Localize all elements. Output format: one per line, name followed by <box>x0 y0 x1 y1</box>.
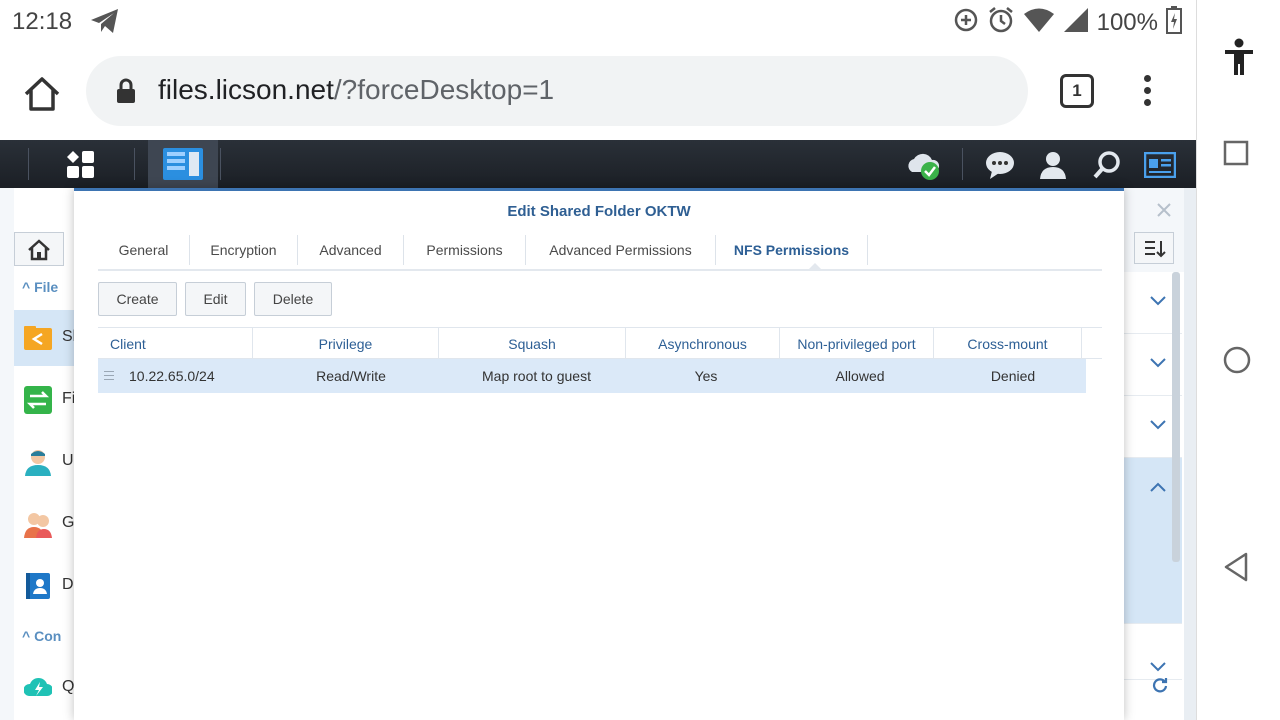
file-services-icon <box>24 386 52 414</box>
section-file-sharing[interactable]: ^ File <box>22 279 58 295</box>
url-host: files.licson.net <box>158 74 334 105</box>
cell-nonprivileged-port: Allowed <box>835 368 885 384</box>
sidebar-item-label: Q <box>62 678 75 695</box>
url-path: /?forceDesktop=1 <box>333 74 555 105</box>
tab-advanced-permissions[interactable]: Advanced Permissions <box>526 235 716 265</box>
column-header-squash[interactable]: Squash <box>439 328 626 360</box>
wifi-icon <box>1023 7 1055 38</box>
chevron-down-icon <box>1150 358 1166 368</box>
lock-icon <box>116 78 136 109</box>
column-header-client[interactable]: Client <box>98 328 253 360</box>
back-icon[interactable] <box>1223 552 1249 587</box>
chevron-down-icon <box>1150 420 1166 430</box>
url-text[interactable]: files.licson.net/?forceDesktop=1 <box>158 74 554 106</box>
battery-percent: 100% <box>1096 8 1158 36</box>
signal-icon <box>1063 7 1089 38</box>
sidebar-item-quickconnect[interactable]: Q <box>14 660 74 716</box>
delete-button[interactable]: Delete <box>254 282 332 316</box>
android-status-bar: 12:18 100% <box>0 0 1196 44</box>
control-panel-icon <box>163 148 203 185</box>
tab-switcher-button[interactable]: 1 <box>1060 74 1094 108</box>
sidebar-item-group[interactable]: G <box>14 496 74 552</box>
table-header: Client Privilege Squash Asynchronous Non… <box>98 327 1102 360</box>
tab-permissions[interactable]: Permissions <box>404 235 526 265</box>
edit-button[interactable]: Edit <box>185 282 246 316</box>
column-header-asynchronous[interactable]: Asynchronous <box>626 328 780 360</box>
browser-menu-icon[interactable] <box>1140 72 1154 112</box>
tab-general[interactable]: General <box>98 235 190 265</box>
cell-squash: Map root to guest <box>482 368 591 384</box>
cell-cross-mount: Denied <box>990 368 1036 384</box>
status-time: 12:18 <box>12 8 73 35</box>
dsm-taskbar <box>0 140 1196 188</box>
user-icon <box>24 448 52 476</box>
sort-icon <box>1145 241 1166 258</box>
table-row[interactable]: 10.22.65.0/24 Read/Write Map root to gue… <box>98 359 1086 393</box>
sidebar-item-label: G <box>62 514 75 531</box>
shared-folder-icon <box>24 324 52 352</box>
sidebar-item-label: D <box>62 576 74 593</box>
home-icon[interactable] <box>22 74 62 114</box>
close-window-icon[interactable] <box>1156 202 1172 223</box>
cell-asynchronous: Yes <box>694 368 718 384</box>
create-button[interactable]: Create <box>98 282 177 316</box>
control-panel-taskbar-button[interactable] <box>148 140 218 188</box>
sidebar-item-file-services[interactable]: Fi <box>14 372 75 428</box>
sidebar-item-domain[interactable]: D <box>14 558 74 614</box>
column-header-cross-mount[interactable]: Cross-mount <box>934 328 1082 360</box>
column-header-nonprivileged-port[interactable]: Non-privileged port <box>780 328 934 360</box>
dialog-tabs: General Encryption Advanced Permissions … <box>98 231 1102 271</box>
column-header-privilege[interactable]: Privilege <box>253 328 439 360</box>
control-panel-home-button[interactable] <box>14 232 64 266</box>
data-saver-icon <box>953 7 979 38</box>
cell-client: 10.22.65.0/24 <box>129 368 215 384</box>
active-tab-indicator <box>808 263 822 270</box>
control-panel-sidebar: ^ File Sl Fi U G D ^ Con Q <box>14 188 76 720</box>
cell-privilege: Read/Write <box>316 368 386 384</box>
dialog-title: Edit Shared Folder OKTW <box>507 203 691 220</box>
telegram-icon <box>90 8 120 39</box>
address-bar[interactable]: files.licson.net/?forceDesktop=1 <box>86 56 1028 126</box>
sidebar-item-user[interactable]: U <box>14 434 74 490</box>
browser-toolbar: files.licson.net/?forceDesktop=1 1 <box>0 44 1196 140</box>
home-icon <box>28 239 50 261</box>
tab-encryption[interactable]: Encryption <box>190 235 298 265</box>
accessibility-icon[interactable] <box>1223 38 1255 81</box>
sidebar-item-label: U <box>62 452 74 469</box>
refresh-icon <box>1152 678 1168 693</box>
tab-advanced[interactable]: Advanced <box>298 235 404 265</box>
chevron-down-icon <box>1150 296 1166 306</box>
domain-icon <box>24 572 52 600</box>
quickconnect-icon <box>23 674 53 702</box>
section-connectivity[interactable]: ^ Con <box>22 628 61 644</box>
shared-folder-list <box>1124 272 1184 720</box>
battery-charging-icon <box>1166 6 1182 39</box>
drag-handle-icon[interactable] <box>104 371 114 383</box>
edit-shared-folder-dialog: Edit Shared Folder OKTW General Encrypti… <box>74 188 1124 720</box>
sidebar-item-shared-folder[interactable]: Sl <box>14 310 76 366</box>
refresh-button[interactable] <box>1124 670 1182 700</box>
home-circle-icon[interactable] <box>1223 346 1251 379</box>
tab-nfs-permissions[interactable]: NFS Permissions <box>716 235 868 265</box>
group-icon <box>24 510 52 538</box>
sort-button[interactable] <box>1134 232 1174 264</box>
scrollbar[interactable] <box>1172 272 1180 562</box>
alarm-icon <box>987 6 1015 39</box>
android-nav-bar <box>1196 0 1280 720</box>
recents-icon[interactable] <box>1223 140 1249 171</box>
chevron-up-icon <box>1150 482 1166 492</box>
